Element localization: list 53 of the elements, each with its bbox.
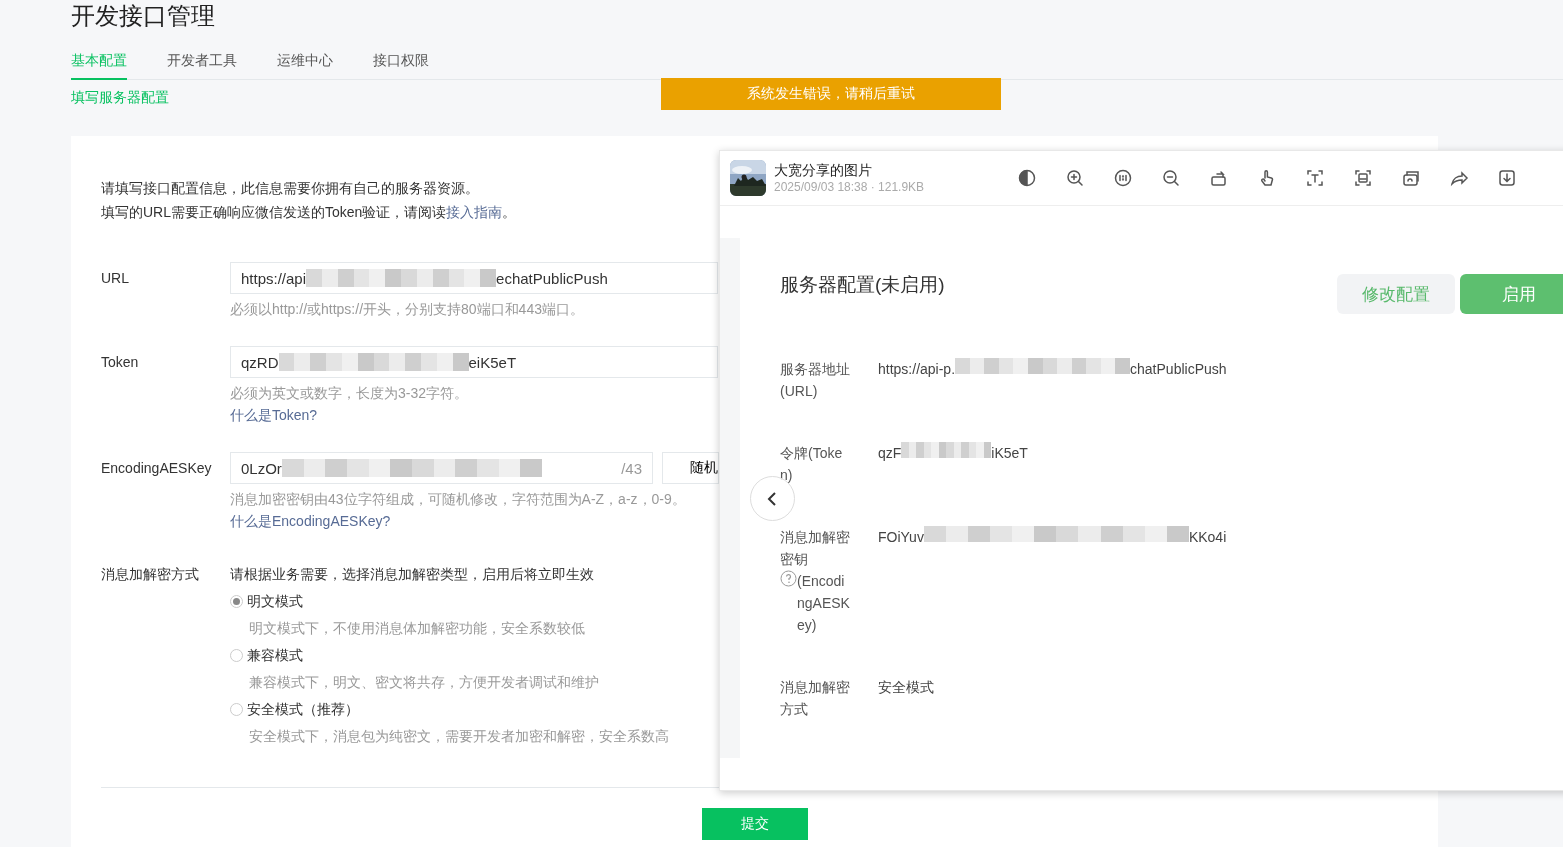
row-value: iK5eT <box>991 444 1028 463</box>
tab[interactable]: 接口权限 <box>373 52 429 80</box>
field-label: 消息加解密方式 <box>101 565 200 584</box>
field-hint: 必须以http://或https://开头，分别支持80端口和443端口。 <box>230 300 584 319</box>
random-button[interactable]: 随机 <box>662 452 719 484</box>
error-toast: 系统发生错误，请稍后重试 <box>661 78 1001 110</box>
row-value: chatPublicPush <box>1130 360 1227 379</box>
zoom-in-icon[interactable] <box>1065 168 1086 188</box>
help-link[interactable]: 什么是Token? <box>230 404 318 426</box>
row-value: FOiYuv <box>878 528 924 547</box>
field-label: URL <box>101 269 130 288</box>
guide-link[interactable]: 接入指南 <box>446 204 503 220</box>
row-value: 安全模式 <box>878 678 934 697</box>
option-hint: 兼容模式下，明文、密文将共存，方便开发者调试和维护 <box>249 673 599 692</box>
help-link[interactable]: 什么是EncodingAESKey? <box>230 510 391 532</box>
option-label[interactable]: 明文模式 <box>247 588 303 615</box>
image-title: 大宽分享的图片 <box>774 161 873 179</box>
row-label: (EncodingAESKey) <box>797 572 850 635</box>
download-icon[interactable] <box>1497 168 1518 188</box>
option-label[interactable]: 安全模式（推荐） <box>247 696 359 723</box>
section-title: 填写服务器配置 <box>71 88 169 107</box>
row-label: 令牌(Token) <box>780 444 844 485</box>
tab[interactable]: 运维中心 <box>277 52 333 80</box>
option-hint: 明文模式下，不使用消息体加解密功能，安全系数较低 <box>249 619 585 638</box>
intro-text: 请填写接口配置信息，此信息需要你拥有自己的服务器资源。 <box>101 179 479 198</box>
text-icon[interactable] <box>1305 168 1326 188</box>
scan-icon[interactable] <box>1353 168 1374 188</box>
config-heading: 服务器配置(未启用) <box>780 273 945 297</box>
contrast-icon[interactable] <box>1017 168 1038 188</box>
share-icon[interactable] <box>1449 168 1470 188</box>
input-field[interactable]: qzRD eiK5eT <box>230 346 718 378</box>
field-label: Token <box>101 353 140 372</box>
row-label: 服务器地址(URL) <box>780 360 850 401</box>
copy-icon[interactable] <box>1401 168 1422 188</box>
tab[interactable]: 开发者工具 <box>167 52 237 80</box>
actual-size-icon[interactable] <box>1113 168 1134 188</box>
row-value: https://api-p. <box>878 360 956 379</box>
field-hint: 必须为英文或数字，长度为3-32字符。 <box>230 384 469 403</box>
mode-prompt: 请根据业务需要，选择消息加解密类型，启用后将立即生效 <box>230 565 594 584</box>
field-hint: 消息加密密钥由43位字符组成，可随机修改，字符范围为A-Z，a-z，0-9。 <box>230 490 686 509</box>
image-meta: 2025/09/03 18:38 · 121.9KB <box>774 179 925 195</box>
field-label: EncodingAESKey <box>101 459 213 478</box>
input-field[interactable]: https://api echatPublicPush <box>230 262 718 294</box>
option-label[interactable]: 兼容模式 <box>247 642 303 669</box>
zoom-out-icon[interactable] <box>1161 168 1182 188</box>
row-value: qzF <box>878 444 902 463</box>
option-hint: 安全模式下，消息包为纯密文，需要开发者加密和解密，安全系数高 <box>249 727 669 746</box>
row-label: 消息加解密密钥 <box>780 528 850 569</box>
row-value: KKo4i <box>1188 528 1227 547</box>
intro-text: 填写的URL需要正确响应微信发送的Token验证，请阅读接入指南。 <box>101 203 517 222</box>
row-label: 消息加解密方式 <box>780 678 850 719</box>
input-field[interactable]: 0LzOr /43 <box>230 452 653 484</box>
page-title: 开发接口管理 <box>71 1 215 31</box>
